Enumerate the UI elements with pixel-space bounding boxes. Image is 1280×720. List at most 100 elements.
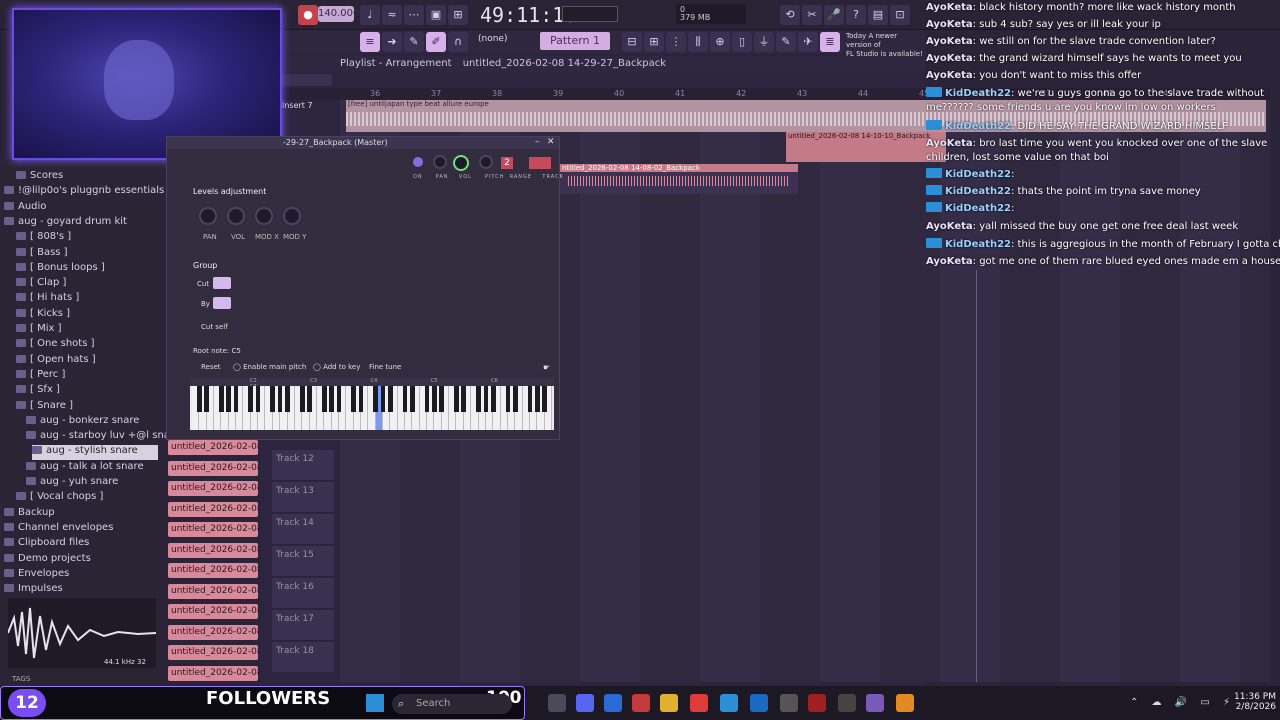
cut-icon[interactable]: ✂ [802, 5, 822, 25]
channel-button[interactable]: untitled_2026-02-08 14-... [168, 624, 258, 640]
channel-button[interactable]: untitled_2026-02-08 14-... [168, 522, 258, 537]
channel-button[interactable]: untitled_2026-02-08 14-... [168, 604, 258, 619]
channel-rack-icon[interactable]: ⊞ [644, 32, 664, 52]
save-icon[interactable]: ▤ [868, 5, 888, 25]
app-red-icon[interactable] [690, 694, 708, 712]
black-key[interactable] [505, 386, 511, 412]
browser-item[interactable]: [ Clap ] [16, 277, 66, 292]
black-key[interactable] [204, 386, 210, 412]
black-key[interactable] [424, 386, 430, 412]
settings-icon[interactable] [780, 694, 798, 712]
browser-item[interactable]: [ Mix ] [16, 323, 61, 338]
browser-item[interactable]: Clipboard files [4, 537, 89, 552]
fl-studio-icon[interactable] [896, 694, 914, 712]
channel-button[interactable]: untitled_2026-02-08 14-... [168, 563, 258, 578]
task-view-icon[interactable] [548, 694, 566, 712]
browser-item[interactable]: [ One shots ] [16, 338, 95, 353]
plugin-db-icon[interactable]: ⊕ [710, 32, 730, 52]
app-record-icon[interactable] [808, 694, 826, 712]
black-key[interactable] [461, 386, 467, 412]
wait-icon[interactable]: ≈ [382, 5, 402, 25]
browser-item[interactable]: Impulses [4, 583, 63, 598]
windows-start-icon[interactable] [366, 694, 384, 712]
playlist-tools[interactable] [282, 74, 332, 86]
browser-item[interactable]: [ Kicks ] [16, 308, 70, 323]
tempo-display[interactable]: 140.000 [318, 6, 359, 22]
black-key[interactable] [534, 386, 540, 412]
by-field[interactable] [213, 297, 231, 309]
browser-item[interactable]: aug - yuh snare [26, 476, 118, 491]
arrow-right-icon[interactable]: ➜ [382, 32, 402, 52]
track-header[interactable]: Track 16 [272, 578, 334, 609]
black-key[interactable] [439, 386, 445, 412]
news-icon[interactable]: ≣ [820, 32, 840, 52]
black-key[interactable] [285, 386, 290, 412]
add-to-key-toggle[interactable]: ◯ Add to key [313, 363, 360, 371]
browser-item[interactable]: [ Snare ] [16, 400, 73, 415]
black-key[interactable] [336, 386, 342, 412]
close-icon[interactable]: ✕ [547, 137, 555, 147]
black-key[interactable] [490, 386, 496, 412]
black-key[interactable] [219, 386, 224, 412]
app-purple-icon[interactable] [866, 694, 884, 712]
loop-record-icon[interactable]: ▣ [426, 5, 446, 25]
black-key[interactable] [321, 386, 327, 412]
lock-icon[interactable]: ⊡ [890, 5, 910, 25]
metronome-icon[interactable]: ♩ [360, 5, 380, 25]
track-header[interactable]: Track 13 [272, 482, 334, 513]
browser-icon[interactable]: ⫼ [688, 32, 708, 52]
help-app-icon[interactable] [720, 694, 738, 712]
browser-item[interactable]: [ Sfx ] [16, 384, 60, 399]
hand-icon[interactable]: ☛ [543, 363, 550, 372]
browser-item[interactable]: aug - stylish snare [32, 445, 158, 461]
black-key[interactable] [432, 386, 437, 412]
audio-clip-b[interactable]: ntitled_2026-02-08 14-08-02_Backpack [560, 164, 798, 194]
cut-field[interactable] [213, 277, 231, 289]
channel-button[interactable]: untitled_2026-02-08 14-... [168, 481, 258, 496]
tags-label[interactable]: TAGS [12, 675, 30, 683]
reset-button[interactable]: Reset [201, 363, 221, 371]
channel-button[interactable]: untitled_2026-02-08 14-... [168, 501, 258, 517]
playhead[interactable] [976, 270, 977, 682]
metadata-icon[interactable]: ✎ [776, 32, 796, 52]
magnet-icon[interactable]: ∩ [448, 32, 468, 52]
outlook-icon[interactable] [750, 694, 768, 712]
browser-item[interactable]: [ Bass ] [16, 247, 68, 262]
black-key[interactable] [388, 386, 393, 412]
black-key[interactable] [527, 386, 533, 412]
plugin-title[interactable]: -29-27_Backpack (Master) [167, 137, 559, 149]
track-header[interactable]: Track 15 [272, 546, 334, 577]
draw-icon[interactable]: ✎ [404, 32, 424, 52]
taskbar-clock[interactable]: 11:36 PM 2/8/2026 [1226, 692, 1276, 712]
channel-button[interactable]: untitled_2026-02-08 14-... [168, 645, 258, 660]
enable-main-pitch-toggle[interactable]: ◯ Enable main pitch [233, 363, 306, 371]
browser-item[interactable]: Demo projects [4, 553, 91, 568]
black-key[interactable] [226, 386, 232, 412]
browser-item[interactable]: [ Perc ] [16, 369, 65, 384]
black-key[interactable] [255, 386, 261, 412]
channel-button[interactable]: untitled_2026-02-08 14-... [168, 440, 258, 455]
opera-icon[interactable] [632, 694, 650, 712]
taskbar-search[interactable]: Search [392, 694, 512, 714]
black-key[interactable] [351, 386, 356, 412]
mod-x-knob[interactable] [255, 207, 273, 225]
playlist-menu-icon[interactable]: ≡ [360, 32, 380, 52]
browser-item[interactable]: aug - goyard drum kit [4, 216, 127, 231]
browser-item[interactable]: [ Vocal chops ] [16, 491, 103, 506]
browser-item[interactable]: [ 808's ] [16, 231, 71, 246]
black-key[interactable] [277, 386, 283, 412]
track-header[interactable]: Track 18 [272, 642, 334, 673]
black-key[interactable] [483, 386, 489, 412]
on-toggle[interactable] [413, 157, 423, 167]
black-key[interactable] [307, 386, 312, 412]
snap-select[interactable]: (none) [478, 34, 534, 48]
tools-icon[interactable]: ✈ [798, 32, 818, 52]
cut-self-toggle[interactable]: Cut self [201, 323, 228, 331]
minimize-icon[interactable]: – [535, 137, 540, 147]
mic-icon[interactable]: 🎤 [824, 5, 844, 25]
track-header[interactable]: Track 12 [272, 450, 334, 481]
root-note[interactable]: Root note: C5 [193, 347, 241, 355]
file-explorer-icon[interactable] [660, 694, 678, 712]
browser-item[interactable]: [ Open hats ] [16, 354, 96, 369]
browser-item[interactable]: aug - starboy luv +@l snare [26, 430, 180, 445]
